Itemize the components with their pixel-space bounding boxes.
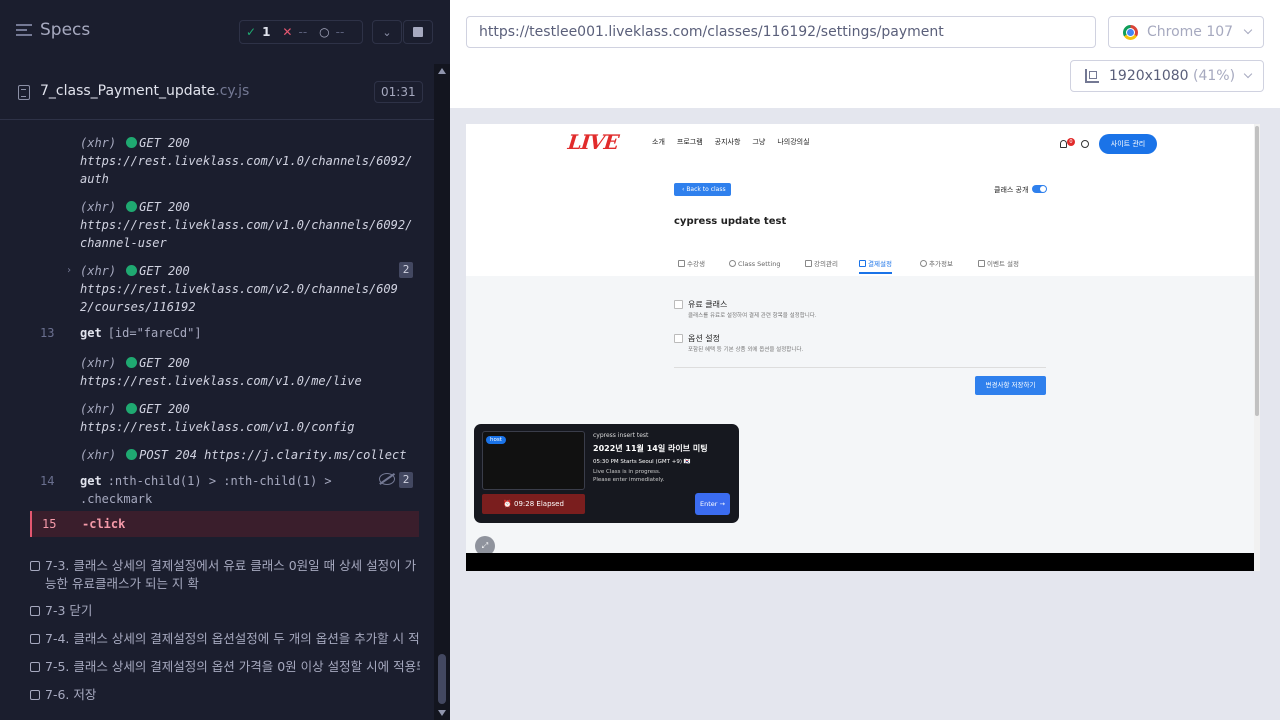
collapse-button[interactable]: ⌄ <box>372 20 402 44</box>
spec-duration: 01:31 <box>374 81 423 103</box>
browser-selector[interactable]: Chrome 107 <box>1108 16 1264 48</box>
status-success-icon <box>126 201 138 212</box>
checkbox-icon <box>30 634 40 644</box>
command-log-scrollbar[interactable] <box>434 64 450 720</box>
checkbox-icon <box>30 690 40 700</box>
status-success-icon <box>126 357 138 368</box>
class-public-toggle[interactable] <box>1032 185 1047 193</box>
nav-item[interactable]: 공지사항 <box>715 137 741 147</box>
class-public-label: 클래스 공개 <box>994 186 1029 194</box>
aut-scrollbar[interactable] <box>1254 124 1260 571</box>
tab-lecture[interactable]: 강의관리 <box>805 258 838 274</box>
checkbox-icon <box>30 662 40 672</box>
host-badge: host <box>486 436 506 444</box>
notification-badge: 0 <box>1067 138 1075 146</box>
command-number: 13 <box>40 326 55 340</box>
aut-url-bar[interactable]: https://testlee001.liveklass.com/classes… <box>466 16 1096 48</box>
tab-students[interactable]: 수강생 <box>678 258 705 274</box>
chevron-down-icon <box>1243 25 1253 35</box>
save-changes-button[interactable]: 변경사항 저장하기 <box>975 376 1046 395</box>
flag-icon <box>978 260 985 267</box>
scroll-thumb[interactable] <box>438 654 446 704</box>
site-header-actions: 0 사이트 관리 <box>1060 134 1157 154</box>
chevron-down-icon <box>1243 69 1253 79</box>
nav-item[interactable]: 그냥 <box>752 137 765 147</box>
aut-iframe: LIVE 소개 프로그램 공지사항 그냥 나의강의실 0 사이트 관리 ‹ Ba… <box>466 124 1254 571</box>
count-badge: 2 <box>399 472 413 488</box>
status-success-icon <box>126 403 138 414</box>
passed-count: ✓ 1 <box>246 25 271 39</box>
specs-toggle-button[interactable]: Specs <box>16 20 90 40</box>
nav-item[interactable]: 프로그램 <box>677 137 703 147</box>
enter-button[interactable]: Enter → <box>695 493 730 515</box>
specs-label: Specs <box>40 20 91 40</box>
back-to-class-button[interactable]: ‹ Back to class <box>674 183 731 196</box>
checkbox-icon <box>30 606 40 616</box>
spec-file-name[interactable]: 7_class_Payment_update.cy.js <box>40 83 249 99</box>
aut-header: https://testlee001.liveklass.com/classes… <box>450 0 1280 108</box>
stop-button[interactable] <box>403 20 433 44</box>
count-badge: 2 <box>399 262 413 278</box>
bell-icon[interactable]: 0 <box>1060 138 1075 148</box>
checkbox[interactable] <box>674 334 683 343</box>
failed-count: ✕ -- <box>282 25 308 39</box>
live-subtitle: cypress insert test <box>593 432 649 439</box>
gear-icon <box>729 260 736 267</box>
live-time: 05:30 PM Starts Seoul (GMT +9) 🇰🇷 <box>593 459 691 465</box>
status-success-icon <box>126 265 138 276</box>
tab-extra-info[interactable]: 추가정보 <box>920 258 953 274</box>
ruler-icon <box>1085 69 1099 83</box>
bell-icon: ⏰ <box>503 500 512 508</box>
command-row-failed[interactable]: 15 -click <box>30 511 419 537</box>
site-logo[interactable]: LIVE <box>567 130 620 154</box>
info-icon <box>920 260 927 267</box>
viewport-info-button[interactable]: 1920x1080 (41%) <box>1070 60 1264 92</box>
command-number: 14 <box>40 474 55 488</box>
card-icon <box>859 260 866 267</box>
nav-item[interactable]: 나의강의실 <box>777 137 809 147</box>
chrome-icon <box>1123 25 1138 40</box>
spec-file-header: 7_class_Payment_update.cy.js 01:31 <box>0 64 434 120</box>
command-log-panel: Specs ✓ 1 ✕ -- ○ -- ⌄ 7_class_Payment_up… <box>0 0 450 720</box>
scroll-down-icon[interactable] <box>438 710 446 716</box>
chevron-right-icon[interactable]: › <box>66 262 72 280</box>
menu-icon <box>16 24 32 36</box>
divider <box>674 367 1046 368</box>
tab-class-setting[interactable]: Class Setting <box>729 258 780 274</box>
stop-icon <box>413 27 423 37</box>
command-number: 15 <box>42 517 57 531</box>
document-icon <box>18 85 30 100</box>
eye-hidden-icon <box>379 473 395 485</box>
checkbox-icon <box>30 561 40 571</box>
checkbox[interactable] <box>674 300 683 309</box>
user-icon[interactable] <box>1081 140 1089 148</box>
class-tabs: 수강생 Class Setting 강의관리 결제설정 추가정보 이벤트 설정 <box>674 258 1046 276</box>
site-nav: 소개 프로그램 공지사항 그냥 나의강의실 <box>652 137 810 147</box>
command-row[interactable]: ‥‥ <box>30 120 419 124</box>
document-icon <box>805 260 812 267</box>
tab-events[interactable]: 이벤트 설정 <box>978 258 1019 274</box>
elapsed-button[interactable]: ⏰ 09:28 Elapsed <box>482 494 585 514</box>
chevron-down-icon: ⌄ <box>382 25 392 39</box>
live-message: Live Class is in progress. Please enter i… <box>593 469 665 483</box>
command-name: -click <box>82 517 126 531</box>
tab-payment[interactable]: 결제설정 <box>859 258 892 274</box>
status-success-icon <box>126 449 138 460</box>
scroll-thumb[interactable] <box>1255 126 1259 416</box>
runner-header: Specs ✓ 1 ✕ -- ○ -- ⌄ <box>0 0 450 64</box>
live-title: 2022년 11월 14일 라이브 미팅 <box>593 444 708 453</box>
live-meeting-card: host cypress insert test 2022년 11월 14일 라… <box>474 424 739 523</box>
pending-count: ○ -- <box>319 25 345 39</box>
command-list: ‥‥ (xhr)GET 200https://rest.liveklass.co… <box>0 120 434 720</box>
aut-bottom-bar <box>466 553 1254 571</box>
test-stats: ✓ 1 ✕ -- ○ -- <box>239 20 363 44</box>
class-title: cypress update test <box>674 216 787 227</box>
scroll-up-icon[interactable] <box>438 68 446 74</box>
status-success-icon <box>126 137 138 148</box>
user-icon <box>678 260 685 267</box>
nav-item[interactable]: 소개 <box>652 137 665 147</box>
site-admin-button[interactable]: 사이트 관리 <box>1099 134 1157 154</box>
live-thumbnail: host <box>482 431 585 490</box>
